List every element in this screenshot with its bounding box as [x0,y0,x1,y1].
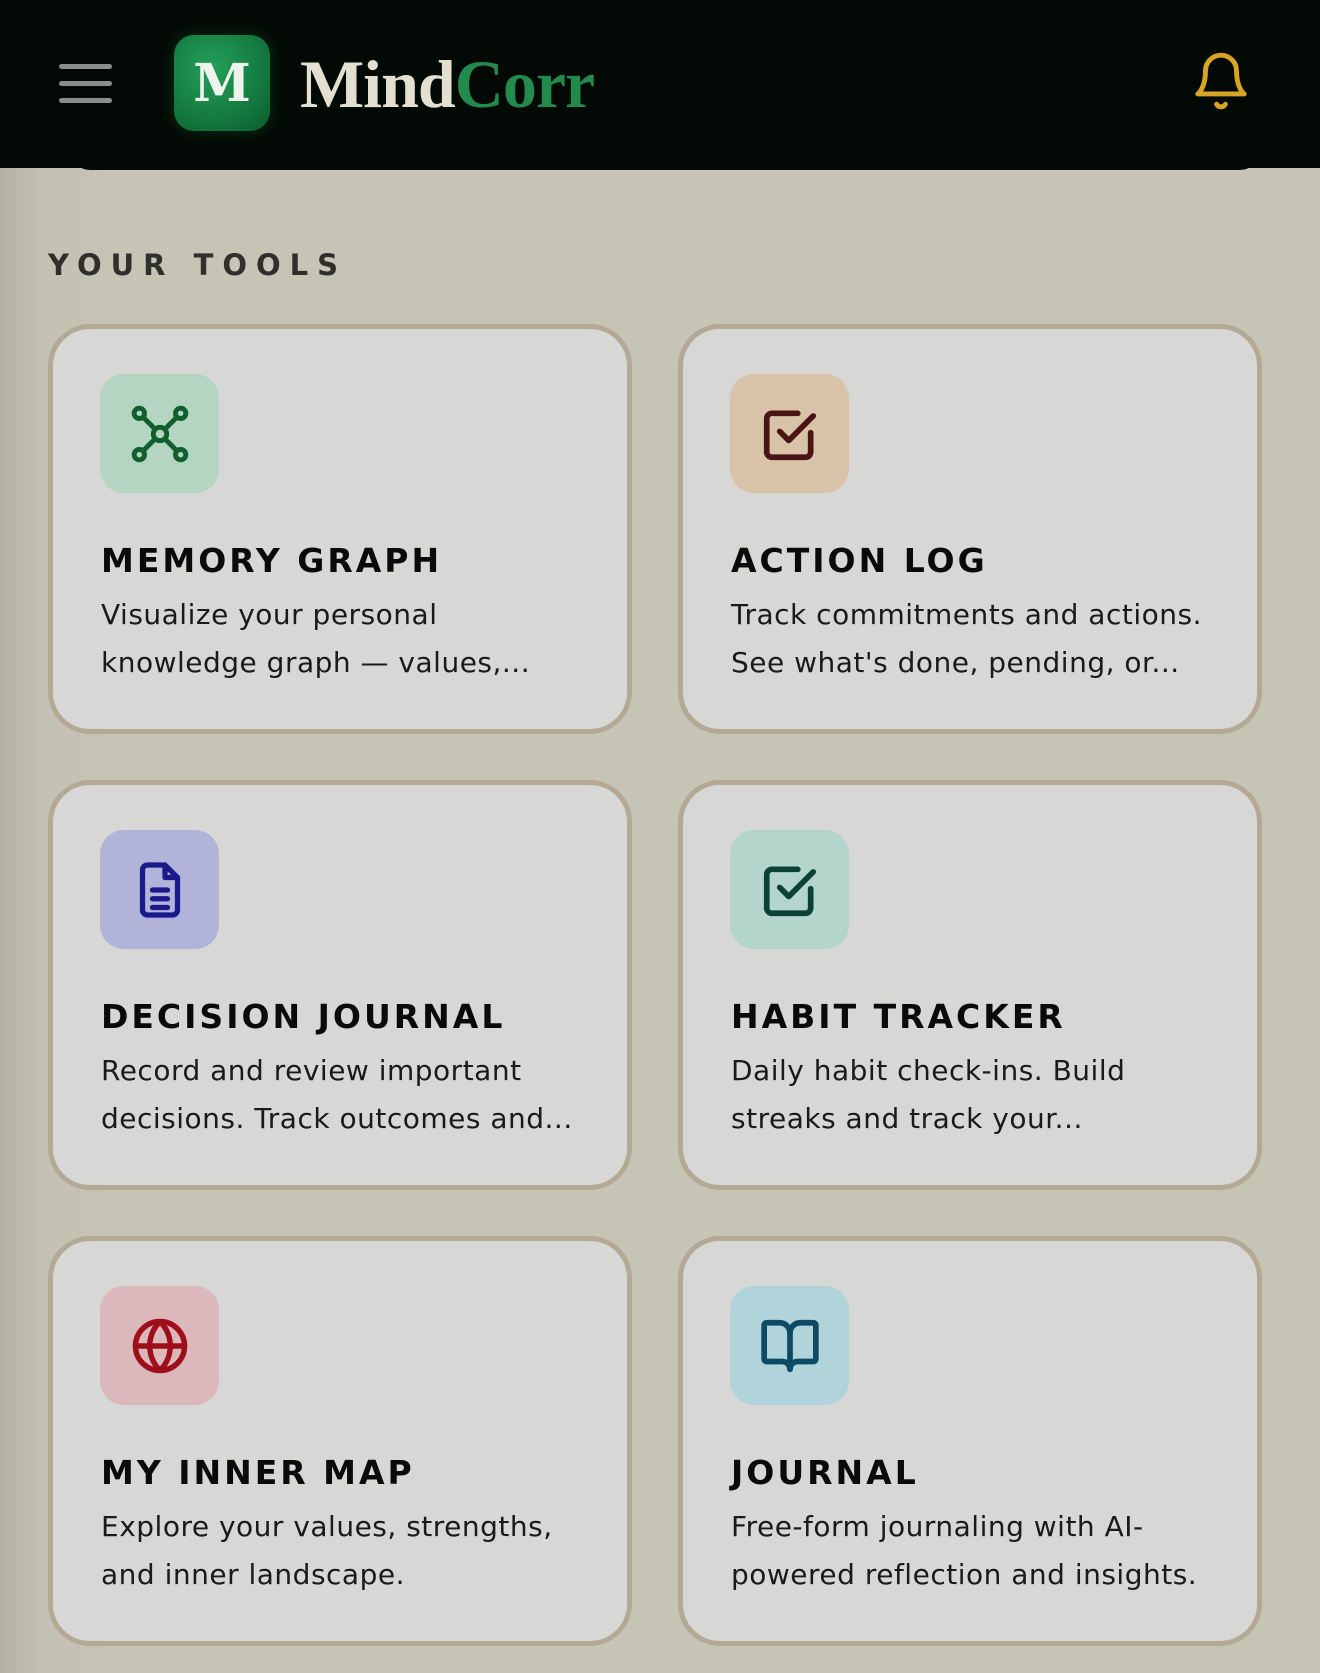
tool-card-my-inner-map[interactable]: MY INNER MAP Explore your values, streng… [48,1236,632,1646]
tool-card-icon-bg [730,1286,849,1405]
tool-card-icon-bg [100,830,219,949]
notifications-button[interactable] [1190,50,1252,112]
tool-card-title: HABIT TRACKER [731,997,1066,1036]
tool-card-habit-tracker[interactable]: HABIT TRACKER Daily habit check-ins. Bui… [678,780,1262,1190]
hamburger-icon-bar [59,81,112,86]
tool-card-title: MEMORY GRAPH [101,541,443,580]
tool-card-decision-journal[interactable]: DECISION JOURNAL Record and review impor… [48,780,632,1190]
tool-card-description: Visualize your personal knowledge graph … [101,598,531,679]
menu-button[interactable] [56,60,116,106]
checkbox-icon [763,409,816,460]
logo-letter: M [193,52,251,114]
tool-card-icon-bg [730,374,849,493]
tool-card-description: Daily habit check-ins. Build streaks and… [731,1054,1126,1135]
graph-nodes-icon [131,405,188,462]
section-title: YOUR TOOLS [48,248,348,282]
tool-card-icon-bg [100,374,219,493]
hamburger-icon [59,64,112,69]
globe-icon [132,1318,187,1373]
brand-name-part1: Mind [300,46,456,122]
tool-card-memory-graph[interactable]: MEMORY GRAPH Visualize your personal kno… [48,324,632,734]
tool-card-title: MY INNER MAP [101,1453,415,1492]
tool-card-title: JOURNAL [731,1453,919,1492]
tool-card-description: Explore your values, strengths, and inne… [101,1510,553,1591]
tool-card-description: Record and review important decisions. T… [101,1054,573,1135]
tool-card-journal[interactable]: JOURNAL Free-form journaling with AI- po… [678,1236,1262,1646]
tool-card-icon-bg [100,1286,219,1405]
book-icon [760,1319,819,1372]
tool-card-title: DECISION JOURNAL [101,997,506,1036]
hamburger-icon-bar [59,98,112,103]
brand-name-part2: Corr [454,46,595,122]
checkbox-icon [763,865,816,916]
tool-card-description: Free-form journaling with AI- powered re… [731,1510,1198,1591]
app-header: M MindCorr [0,0,1320,168]
tool-card-title: ACTION LOG [731,541,988,580]
tool-card-action-log[interactable]: ACTION LOG Track commitments and actions… [678,324,1262,734]
bell-icon [1195,52,1247,110]
tool-card-description: Track commitments and actions. See what'… [731,598,1202,679]
app-logo[interactable]: M [174,35,270,131]
tool-card-icon-bg [730,830,849,949]
document-icon [139,861,180,918]
brand-name[interactable]: MindCorr [300,44,595,124]
